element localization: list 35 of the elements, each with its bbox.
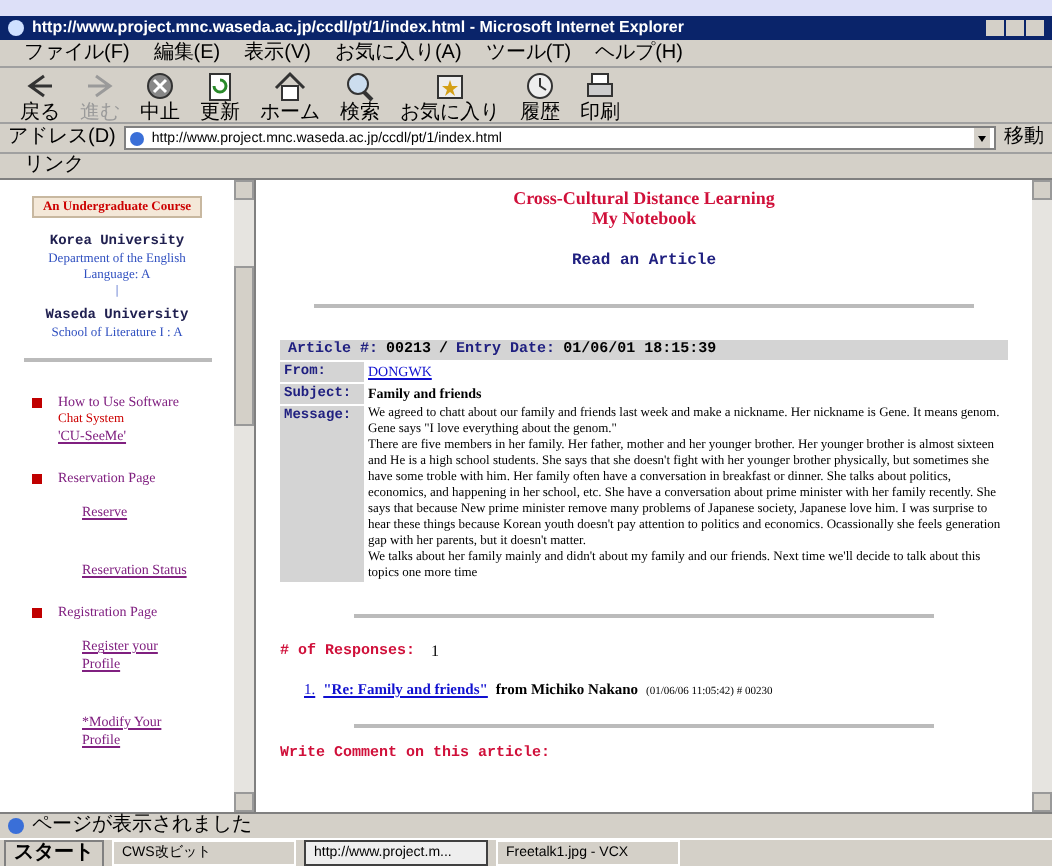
page-icon: [8, 818, 24, 834]
home-icon: [270, 67, 310, 103]
bullet-icon: [32, 474, 42, 484]
page-subtitle: My Notebook: [591, 208, 697, 228]
responses-count: 1: [431, 642, 440, 662]
scrollbar[interactable]: [1032, 180, 1052, 812]
menu-item[interactable]: 編集(E): [153, 41, 221, 65]
toolbar-button[interactable]: 履歴: [516, 67, 564, 123]
dropdown-icon[interactable]: [974, 128, 990, 148]
status-text: ページが表示されました: [32, 814, 252, 838]
go-button[interactable]: 移動: [1004, 126, 1044, 150]
page-icon: [129, 131, 144, 145]
toolbar-button[interactable]: ホーム: [256, 67, 324, 123]
toolbar-button[interactable]: 戻る: [16, 67, 64, 123]
menu-item[interactable]: ファイル(F): [24, 41, 130, 65]
address-label: アドレス(D): [8, 126, 116, 150]
start-button[interactable]: スタート: [4, 839, 104, 866]
toolbar-button[interactable]: 検索: [336, 67, 384, 123]
toolbar-button[interactable]: お気に入り: [396, 67, 504, 123]
bullet-icon: [32, 398, 42, 408]
links-label[interactable]: リンク: [24, 154, 84, 178]
toolbar-button[interactable]: 中止: [136, 67, 184, 123]
page-title: Cross-Cultural Distance Learning: [513, 188, 775, 208]
toolbar-button[interactable]: 更新: [196, 67, 244, 123]
bullet-icon: [32, 608, 42, 618]
menu-item[interactable]: 表示(V): [244, 41, 311, 65]
window-controls-icon[interactable]: [986, 20, 1044, 36]
menu-item[interactable]: ヘルプ(H): [595, 41, 683, 65]
page-heading: Read an Article: [571, 252, 716, 272]
browser-icon: [8, 20, 24, 36]
window-title: http://www.project.mnc.waseda.ac.jp/ccdl/pt/1/index.html - Microsoft Internet Explorer: [32, 18, 684, 38]
menu-item[interactable]: ツール(T): [485, 41, 572, 65]
menu-item[interactable]: お気に入り(A): [334, 41, 462, 65]
toolbar-button[interactable]: 印刷: [576, 67, 624, 123]
scrollbar[interactable]: [234, 180, 254, 812]
